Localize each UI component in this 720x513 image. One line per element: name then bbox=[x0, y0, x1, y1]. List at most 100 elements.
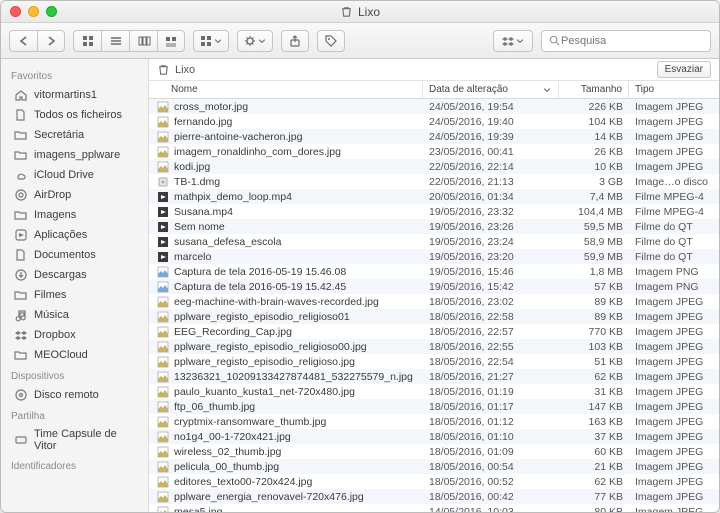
file-row[interactable]: wireless_02_thumb.jpg18/05/2016, 01:0960… bbox=[149, 444, 719, 459]
view-icon-button[interactable] bbox=[73, 30, 101, 52]
file-size: 226 KB bbox=[559, 101, 629, 113]
file-row[interactable]: eeg-machine-with-brain-waves-recorded.jp… bbox=[149, 294, 719, 309]
file-date: 18/05/2016, 01:19 bbox=[423, 386, 559, 398]
file-size: 10 KB bbox=[559, 161, 629, 173]
sidebar-item[interactable]: Secretária bbox=[1, 125, 148, 145]
file-row[interactable]: kodi.jpg22/05/2016, 22:1410 KBImagem JPE… bbox=[149, 159, 719, 174]
file-kind: Image…o disco bbox=[629, 176, 719, 188]
file-row[interactable]: EEG_Recording_Cap.jpg18/05/2016, 22:5777… bbox=[149, 324, 719, 339]
sidebar-item[interactable]: Disco remoto bbox=[1, 385, 148, 405]
sidebar-item[interactable]: Dropbox bbox=[1, 325, 148, 345]
arrange-button[interactable] bbox=[193, 30, 229, 52]
file-size: 77 KB bbox=[559, 491, 629, 503]
file-row[interactable]: Susana.mp419/05/2016, 23:32104,4 MBFilme… bbox=[149, 204, 719, 219]
file-row[interactable]: 13236321_10209133427874481_532275579_n.j… bbox=[149, 369, 719, 384]
file-row[interactable]: ftp_06_thumb.jpg18/05/2016, 01:17147 KBI… bbox=[149, 399, 719, 414]
sidebar-item[interactable]: vitormartins1 bbox=[1, 85, 148, 105]
column-kind[interactable]: Tipo bbox=[629, 81, 719, 98]
sidebar-item[interactable]: Imagens bbox=[1, 205, 148, 225]
file-jpg-icon bbox=[157, 356, 169, 368]
view-coverflow-button[interactable] bbox=[157, 30, 185, 52]
sidebar-item[interactable]: Descargas bbox=[1, 265, 148, 285]
sidebar-item[interactable]: AirDrop bbox=[1, 185, 148, 205]
empty-trash-button[interactable]: Esvaziar bbox=[657, 61, 711, 78]
file-row[interactable]: editores_texto00-720x424.jpg18/05/2016, … bbox=[149, 474, 719, 489]
file-mov-icon bbox=[157, 251, 169, 263]
breadcrumb[interactable]: Lixo bbox=[157, 63, 195, 76]
dropbox-button[interactable] bbox=[493, 30, 533, 52]
file-jpg-icon bbox=[157, 446, 169, 458]
file-row[interactable]: susana_defesa_escola19/05/2016, 23:2458,… bbox=[149, 234, 719, 249]
sidebar-item-label: MEOCloud bbox=[34, 349, 88, 361]
search-input[interactable] bbox=[561, 35, 704, 47]
path-bar: Lixo Esvaziar bbox=[149, 59, 719, 81]
back-button[interactable] bbox=[9, 30, 37, 52]
file-date: 18/05/2016, 01:17 bbox=[423, 401, 559, 413]
file-name: eeg-machine-with-brain-waves-recorded.jp… bbox=[174, 296, 379, 308]
zoom-button[interactable] bbox=[46, 6, 57, 17]
sidebar-heading: Favoritos bbox=[1, 65, 148, 85]
file-size: 57 KB bbox=[559, 281, 629, 293]
file-row[interactable]: pelicula_00_thumb.jpg18/05/2016, 00:5421… bbox=[149, 459, 719, 474]
sidebar-item[interactable]: imagens_pplware bbox=[1, 145, 148, 165]
sidebar-item[interactable]: Aplicações bbox=[1, 225, 148, 245]
file-row[interactable]: cross_motor.jpg24/05/2016, 19:54226 KBIm… bbox=[149, 99, 719, 114]
close-button[interactable] bbox=[10, 6, 21, 17]
file-kind: Imagem JPEG bbox=[629, 116, 719, 128]
sidebar-item[interactable]: Música bbox=[1, 305, 148, 325]
file-kind: Imagem JPEG bbox=[629, 311, 719, 323]
folder-icon bbox=[14, 208, 28, 222]
sidebar-item[interactable]: Documentos bbox=[1, 245, 148, 265]
file-kind: Filme do QT bbox=[629, 236, 719, 248]
file-date: 22/05/2016, 21:13 bbox=[423, 176, 559, 188]
tags-button[interactable] bbox=[317, 30, 345, 52]
view-list-button[interactable] bbox=[101, 30, 129, 52]
sidebar-item-label: Disco remoto bbox=[34, 389, 99, 401]
file-list[interactable]: cross_motor.jpg24/05/2016, 19:54226 KBIm… bbox=[149, 99, 719, 512]
sidebar: Favoritosvitormartins1Todos os ficheiros… bbox=[1, 59, 149, 512]
column-date[interactable]: Data de alteração bbox=[423, 81, 559, 98]
file-row[interactable]: cryptmix-ransomware_thumb.jpg18/05/2016,… bbox=[149, 414, 719, 429]
sidebar-item[interactable]: iCloud Drive bbox=[1, 165, 148, 185]
file-kind: Imagem JPEG bbox=[629, 356, 719, 368]
file-name: marcelo bbox=[174, 251, 211, 263]
file-size: 89 KB bbox=[559, 296, 629, 308]
file-row[interactable]: Captura de tela 2016-05-19 15.46.0819/05… bbox=[149, 264, 719, 279]
file-row[interactable]: marcelo19/05/2016, 23:2059,9 MBFilme do … bbox=[149, 249, 719, 264]
file-date: 20/05/2016, 01:34 bbox=[423, 191, 559, 203]
file-row[interactable]: pplware_energia_renovavel-720x476.jpg18/… bbox=[149, 489, 719, 504]
file-row[interactable]: imagem_ronaldinho_com_dores.jpg23/05/201… bbox=[149, 144, 719, 159]
share-button[interactable] bbox=[281, 30, 309, 52]
file-kind: Imagem PNG bbox=[629, 281, 719, 293]
view-column-button[interactable] bbox=[129, 30, 157, 52]
search-field[interactable] bbox=[541, 30, 711, 52]
file-date: 19/05/2016, 23:20 bbox=[423, 251, 559, 263]
file-row[interactable]: pierre-antoine-vacheron.jpg24/05/2016, 1… bbox=[149, 129, 719, 144]
file-row[interactable]: fernando.jpg24/05/2016, 19:40104 KBImage… bbox=[149, 114, 719, 129]
file-size: 104,4 MB bbox=[559, 206, 629, 218]
column-size[interactable]: Tamanho bbox=[559, 81, 629, 98]
file-row[interactable]: pplware_registo_episodio_religioso00.jpg… bbox=[149, 339, 719, 354]
file-row[interactable]: mesa5.jpg14/05/2016, 10:0380 KBImagem JP… bbox=[149, 504, 719, 512]
file-row[interactable]: pplware_registo_episodio_religioso0118/0… bbox=[149, 309, 719, 324]
action-menu-button[interactable] bbox=[237, 30, 273, 52]
forward-button[interactable] bbox=[37, 30, 65, 52]
sidebar-item[interactable]: Todos os ficheiros bbox=[1, 105, 148, 125]
file-row[interactable]: TB-1.dmg22/05/2016, 21:133 GBImage…o dis… bbox=[149, 174, 719, 189]
file-date: 19/05/2016, 23:24 bbox=[423, 236, 559, 248]
file-row[interactable]: paulo_kuanto_kusta1_net-720x480.jpg18/05… bbox=[149, 384, 719, 399]
file-row[interactable]: Sem nome19/05/2016, 23:2659,5 MBFilme do… bbox=[149, 219, 719, 234]
sidebar-item-label: Música bbox=[34, 309, 69, 321]
file-row[interactable]: pplware_registo_episodio_religioso.jpg18… bbox=[149, 354, 719, 369]
file-size: 163 KB bbox=[559, 416, 629, 428]
column-name[interactable]: Nome bbox=[149, 81, 423, 98]
file-row[interactable]: Captura de tela 2016-05-19 15.42.4519/05… bbox=[149, 279, 719, 294]
sidebar-item[interactable]: Filmes bbox=[1, 285, 148, 305]
sidebar-item[interactable]: MEOCloud bbox=[1, 345, 148, 365]
view-switcher bbox=[73, 30, 185, 52]
file-row[interactable]: no1g4_00-1-720x421.jpg18/05/2016, 01:103… bbox=[149, 429, 719, 444]
file-row[interactable]: mathpix_demo_loop.mp420/05/2016, 01:347,… bbox=[149, 189, 719, 204]
minimize-button[interactable] bbox=[28, 6, 39, 17]
list-icon bbox=[109, 34, 123, 48]
sidebar-item[interactable]: Time Capsule de Vitor bbox=[1, 425, 148, 455]
